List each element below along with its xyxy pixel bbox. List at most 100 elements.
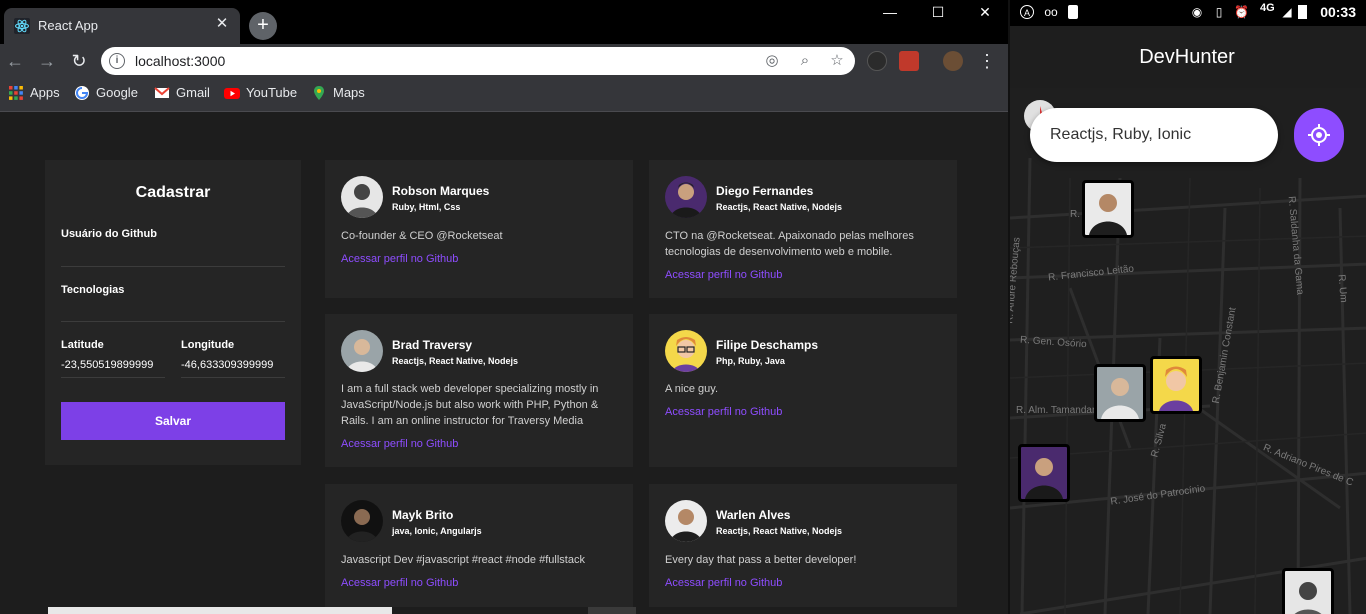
youtube-icon [224, 88, 240, 99]
maps-icon [314, 86, 324, 100]
avatar [665, 330, 707, 372]
battery-icon [1298, 5, 1307, 19]
bookmark-label: Google [96, 85, 138, 100]
extension-red-icon[interactable] [899, 51, 919, 71]
techs-label: Tecnologias [61, 284, 125, 296]
close-tab-icon[interactable]: ✕ [212, 14, 232, 34]
dev-bio: Co-founder & CEO @Rocketseat [341, 230, 503, 242]
github-profile-link[interactable]: Acessar perfil no Github [665, 577, 782, 589]
dev-map-marker[interactable] [1082, 180, 1134, 238]
phone-emulator: R. Pascais R. Francisco Leitão R. Gen. O… [1008, 0, 1366, 614]
browser-window: React App ✕ + — ☐ ✕ ← → ↻ i localhost:30… [0, 0, 1008, 614]
status-bar: A oo ◉ ▯ ⏰ 4G ◢ 00:33 [1010, 0, 1366, 26]
dev-name: Mayk Brito [392, 508, 454, 522]
react-logo-icon [14, 18, 30, 34]
info-icon[interactable]: i [109, 53, 125, 69]
tab-react-app[interactable]: React App ✕ [4, 8, 240, 44]
bookmark-maps[interactable]: Maps [311, 85, 365, 105]
sd-card-icon [1068, 5, 1078, 19]
street-label: R. Alm. Tamandaré [1016, 405, 1101, 416]
bookmark-gmail[interactable]: Gmail [154, 85, 210, 105]
avatar [341, 330, 383, 372]
search-value[interactable]: Reactjs, Ruby, Ionic [1050, 126, 1191, 144]
github-profile-link[interactable]: Acessar perfil no Github [341, 438, 458, 450]
network-type: 4G [1260, 2, 1275, 14]
voicemail-icon: oo [1044, 5, 1058, 19]
techs-input-underline [61, 321, 285, 322]
apps-grid-icon [9, 86, 23, 100]
dev-bio: CTO na @Rocketseat. Apaixonado pelas mel… [665, 230, 914, 258]
latitude-input-underline [61, 377, 165, 378]
bookmark-label: Gmail [176, 85, 210, 100]
github-profile-link[interactable]: Acessar perfil no Github [665, 406, 782, 418]
profile-avatar[interactable] [943, 51, 963, 71]
signal-icon: ◢ [1282, 5, 1292, 19]
dev-bio: Every day that pass a better developer! [665, 554, 857, 566]
github-user-label: Usuário do Github [61, 228, 157, 240]
dev-map-marker[interactable] [1282, 568, 1334, 614]
dev-techs: Reactjs, React Native, Nodejs [716, 202, 843, 212]
bookmark-label: YouTube [246, 85, 298, 100]
github-input-underline [61, 266, 285, 267]
latitude-input[interactable]: -23,550519899999 [61, 359, 153, 371]
close-window-icon[interactable]: ✕ [965, 2, 1005, 22]
app-bar: DevHunter [1010, 26, 1366, 88]
bookmark-label: Apps [30, 85, 60, 100]
dev-techs: Reactjs, React Native, Nodejs [716, 526, 843, 536]
github-user-input[interactable] [61, 248, 285, 264]
dev-map-marker[interactable] [1150, 356, 1202, 414]
avatar [665, 500, 707, 542]
save-button[interactable]: Salvar [61, 402, 285, 440]
app-notification-icon: A [1020, 5, 1034, 19]
tab-title: React App [38, 18, 98, 33]
longitude-input[interactable]: -46,633309399999 [181, 359, 273, 371]
github-profile-link[interactable]: Acessar perfil no Github [665, 269, 782, 281]
google-icon [75, 86, 89, 100]
gmail-icon [154, 87, 170, 98]
address-bar[interactable]: i localhost:3000 ◎ ⌕ ☆ [101, 47, 855, 75]
menu-kebab-icon[interactable]: ⋮ [976, 50, 998, 72]
map-view[interactable] [1010, 88, 1366, 614]
dev-techs: Ruby, Html, Css [392, 202, 461, 212]
github-profile-link[interactable]: Acessar perfil no Github [341, 577, 458, 589]
bookmark-apps[interactable]: Apps [8, 85, 60, 105]
dev-name: Robson Marques [392, 184, 490, 198]
dev-techs: java, Ionic, Angularjs [392, 526, 482, 536]
longitude-input-underline [181, 377, 285, 378]
extension-icon[interactable] [867, 51, 887, 71]
latitude-label: Latitude [61, 339, 104, 351]
street-label: R. Um [1335, 273, 1349, 304]
bookmark-youtube[interactable]: YouTube [224, 85, 297, 105]
vibrate-icon: ▯ [1215, 5, 1223, 19]
dev-map-marker[interactable] [1094, 364, 1146, 422]
bookmark-google[interactable]: Google [74, 85, 138, 105]
avatar [341, 500, 383, 542]
scrollbar-thumb[interactable] [48, 607, 392, 614]
reload-icon[interactable]: ↻ [68, 50, 90, 72]
maximize-icon[interactable]: ☐ [918, 2, 958, 22]
dev-map-marker[interactable] [1018, 444, 1070, 502]
web-page: Cadastrar Usuário do Github Tecnologias … [0, 112, 1008, 614]
tech-search-input[interactable]: Reactjs, Ruby, Ionic [1030, 108, 1278, 162]
new-tab-button[interactable]: + [249, 12, 277, 40]
dev-card: Robson Marques Ruby, Html, Css Co-founde… [325, 160, 633, 298]
scrollbar-segment [588, 607, 636, 614]
zoom-icon[interactable]: ⌕ [796, 52, 814, 70]
longitude-label: Longitude [181, 339, 235, 351]
url-text[interactable]: localhost:3000 [135, 53, 225, 69]
dev-name: Brad Traversy [392, 338, 473, 352]
bookmark-star-icon[interactable]: ☆ [828, 52, 846, 70]
app-title: DevHunter [1139, 46, 1235, 68]
forward-arrow-icon[interactable]: → [36, 50, 58, 72]
minimize-icon[interactable]: — [870, 2, 910, 22]
hotspot-icon: ◉ [1191, 5, 1203, 19]
techs-input[interactable] [61, 303, 285, 319]
load-devs-button[interactable] [1294, 108, 1344, 162]
dev-card: Filipe Deschamps Php, Ruby, Java A nice … [649, 314, 957, 467]
bookmark-label: Maps [333, 85, 365, 100]
github-profile-link[interactable]: Acessar perfil no Github [341, 253, 458, 265]
back-arrow-icon[interactable]: ← [4, 50, 26, 72]
location-icon[interactable]: ◎ [763, 52, 781, 70]
dev-techs: Php, Ruby, Java [716, 356, 785, 366]
dev-bio: Javascript Dev #javascript #react #node … [341, 554, 585, 566]
